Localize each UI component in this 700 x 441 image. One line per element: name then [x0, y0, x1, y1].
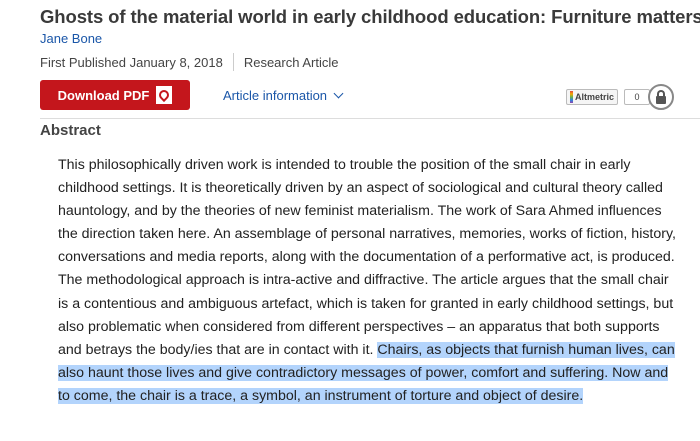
article-information-label: Article information	[223, 88, 328, 103]
pdf-icon	[156, 86, 173, 104]
altmetric-label: Altmetric	[575, 92, 615, 102]
section-divider	[40, 118, 700, 119]
abstract-text: This philosophically driven work is inte…	[58, 157, 676, 358]
meta-divider	[232, 53, 234, 71]
author-link[interactable]: Jane Bone	[40, 31, 102, 46]
abstract-heading: Abstract	[40, 122, 101, 139]
altmetric-icon	[570, 91, 573, 103]
article-type: Research Article	[243, 54, 339, 70]
altmetric-widget[interactable]: Altmetric 0	[566, 89, 651, 105]
publication-meta: First Published January 8, 2018 Research…	[40, 53, 338, 71]
lock-icon[interactable]	[648, 84, 674, 110]
published-date: First Published January 8, 2018	[40, 54, 223, 70]
lock-body	[656, 96, 666, 104]
chevron-down-icon	[333, 88, 344, 99]
abstract-body: This philosophically driven work is inte…	[58, 154, 678, 408]
download-pdf-button[interactable]: Download PDF	[40, 80, 190, 110]
altmetric-badge[interactable]: Altmetric	[566, 89, 619, 105]
article-title: Ghosts of the material world in early ch…	[40, 6, 700, 27]
altmetric-count: 0	[624, 89, 651, 105]
article-information-toggle[interactable]: Article information	[223, 88, 344, 103]
download-pdf-label: Download PDF	[57, 87, 150, 103]
